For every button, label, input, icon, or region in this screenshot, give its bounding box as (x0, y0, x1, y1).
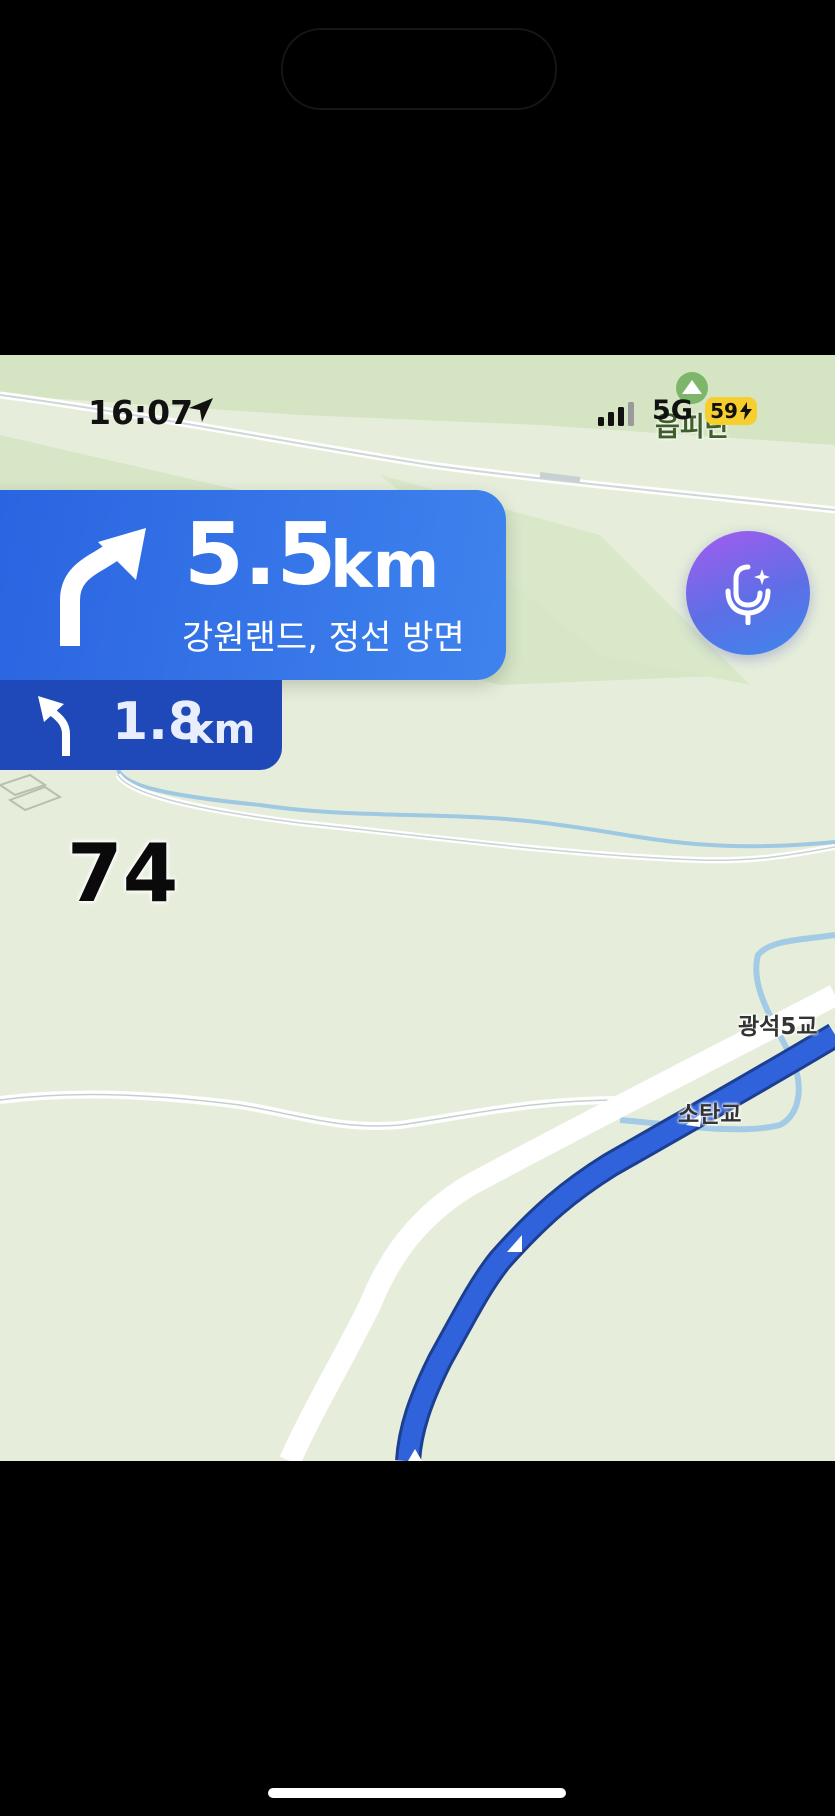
following-maneuver-unit: km (187, 707, 256, 753)
status-bar: 16:07 읍피란 5G 59 (0, 355, 835, 470)
map-view[interactable]: 16:07 읍피란 5G 59 5.5 km 강원랜드, 정선 방면 1.8 k… (0, 355, 835, 1461)
status-time: 16:07 (88, 393, 194, 432)
charging-bolt-icon (739, 402, 752, 420)
home-indicator[interactable] (268, 1788, 566, 1798)
battery-level: 59 (710, 399, 738, 423)
next-maneuver-banner[interactable]: 5.5 km 강원랜드, 정선 방면 (0, 490, 506, 680)
turn-slight-left-icon (38, 696, 70, 756)
following-maneuver-banner[interactable]: 1.8 km (0, 680, 282, 770)
turn-slight-right-icon (60, 528, 146, 646)
location-arrow-icon (189, 398, 213, 422)
ai-microphone-icon (725, 564, 771, 625)
dynamic-island (281, 28, 557, 110)
signal-icon (598, 402, 634, 426)
maneuver-distance: 5.5 (184, 505, 337, 605)
network-type: 5G (652, 395, 693, 426)
direction-label: 강원랜드, 정선 방면 (182, 618, 465, 658)
maneuver-distance-unit: km (330, 529, 440, 603)
battery-indicator: 59 (705, 397, 757, 425)
place-label: 광석5교 (738, 1014, 818, 1040)
current-speed: 74 (67, 827, 179, 920)
place-label: 소탄교 (678, 1102, 742, 1128)
voice-assistant-button[interactable] (686, 531, 810, 655)
